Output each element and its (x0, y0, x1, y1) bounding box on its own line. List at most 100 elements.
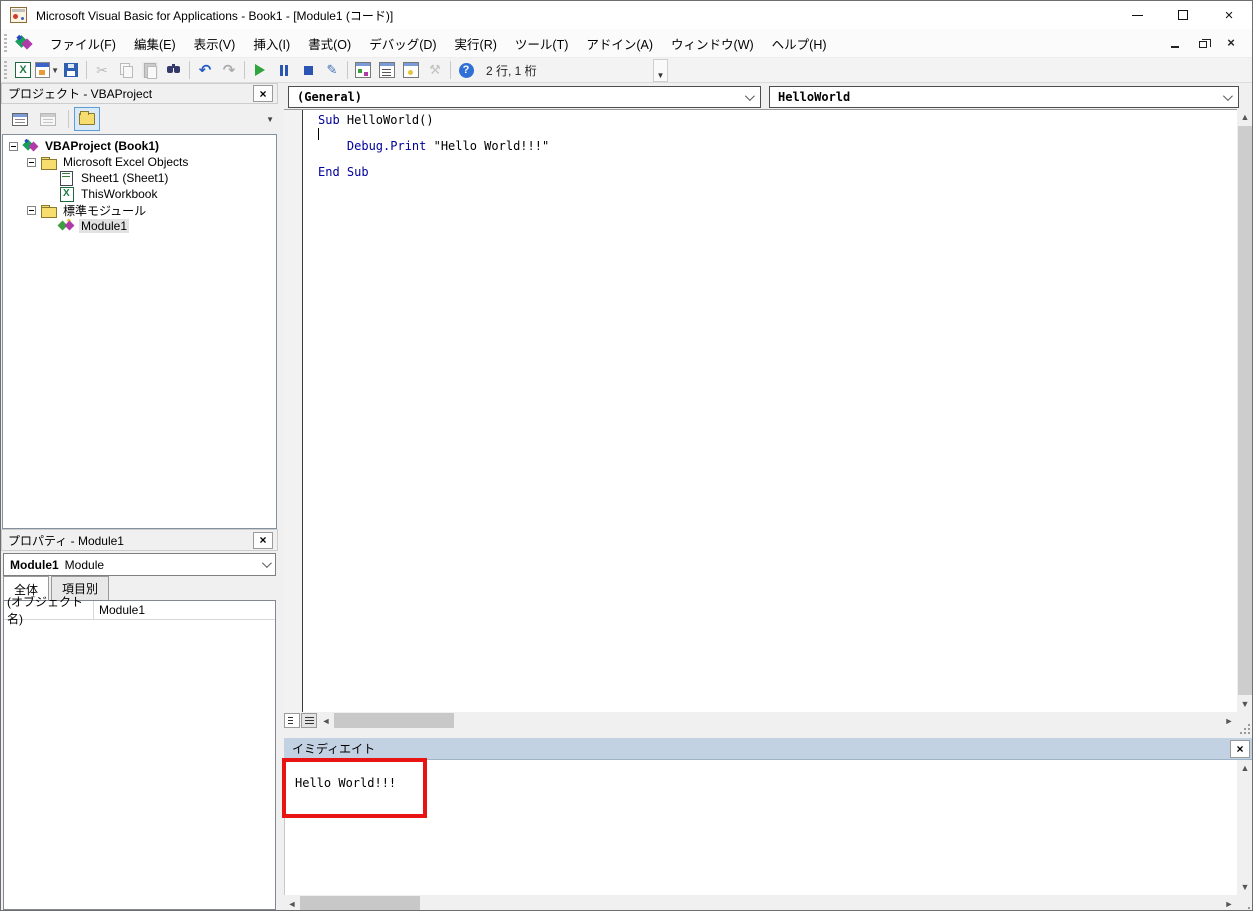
menu-item-4[interactable]: 書式(O) (299, 29, 360, 58)
resize-grip[interactable] (1237, 712, 1253, 729)
help-button[interactable]: ? (454, 59, 478, 81)
toggle-folders-button[interactable] (74, 107, 100, 131)
tree-expander-icon[interactable] (9, 142, 18, 151)
mdi-close-button[interactable]: × (1224, 37, 1238, 49)
view-object-button[interactable] (35, 107, 61, 131)
tree-item-excel-objects[interactable]: Microsoft Excel Objects (3, 154, 276, 170)
code-vertical-scrollbar[interactable]: ▲ ▼ (1237, 109, 1253, 712)
menu-item-0[interactable]: ファイル(F) (41, 29, 125, 58)
menu-grip-handle[interactable] (4, 34, 7, 52)
tree-item-label: Module1 (79, 219, 129, 233)
properties-panel-close-button[interactable]: × (253, 532, 273, 549)
tree-item-thisworkbook[interactable]: ThisWorkbook (3, 186, 276, 202)
margin-indicator-bar (284, 110, 303, 712)
toolbar-grip-handle[interactable] (4, 61, 7, 79)
mdi-restore-button[interactable] (1196, 37, 1210, 49)
scroll-down-icon[interactable]: ▼ (1237, 879, 1253, 895)
maximize-button[interactable] (1160, 1, 1206, 29)
cut-button[interactable]: ✂ (90, 59, 114, 81)
project-explorer-button[interactable] (351, 59, 375, 81)
vbaproject-icon (23, 139, 39, 153)
code-segment (318, 139, 347, 153)
project-panel-close-button[interactable]: × (253, 85, 273, 102)
scrollbar-thumb[interactable] (300, 896, 420, 911)
immediate-panel-close-button[interactable]: × (1230, 740, 1250, 758)
property-row[interactable]: (オブジェクト名)Module1 (4, 601, 275, 620)
menu-item-2[interactable]: 表示(V) (185, 29, 245, 58)
object-dropdown-value: (General) (297, 90, 362, 104)
immediate-vertical-scrollbar[interactable]: ▲ ▼ (1237, 760, 1253, 895)
immediate-horizontal-scrollbar[interactable]: ◄ ► (284, 895, 1237, 911)
procedure-view-button[interactable] (284, 713, 300, 728)
view-excel-button[interactable]: X (11, 59, 35, 81)
scroll-right-icon[interactable]: ► (1221, 712, 1237, 729)
project-panel-header[interactable]: プロジェクト - VBAProject × (1, 83, 278, 104)
scroll-up-icon[interactable]: ▲ (1237, 760, 1253, 776)
scroll-right-icon[interactable]: ► (1221, 895, 1237, 911)
design-mode-button[interactable]: ✎ (320, 59, 344, 81)
menu-item-1[interactable]: 編集(E) (125, 29, 185, 58)
properties-grid: (オブジェクト名)Module1 (3, 600, 276, 910)
paste-button[interactable] (138, 59, 162, 81)
menu-item-3[interactable]: 挿入(I) (244, 29, 299, 58)
scroll-left-icon[interactable]: ◄ (284, 895, 300, 911)
project-toolbar-overflow-button[interactable]: ▼ (266, 115, 274, 124)
project-explorer-icon (355, 62, 371, 78)
tree-item-standard-modules[interactable]: 標準モジュール (3, 202, 276, 218)
resize-grip[interactable] (1237, 895, 1253, 911)
toolbox-button[interactable]: ⚒ (423, 59, 447, 81)
view-object-icon (40, 113, 56, 126)
code-line-4: End Sub (318, 166, 549, 179)
menu-item-6[interactable]: 実行(R) (446, 29, 506, 58)
cursor-position-status: 2 行, 1 桁 (486, 62, 537, 79)
redo-arrow-icon: ↷ (221, 62, 237, 78)
find-button[interactable] (162, 59, 186, 81)
full-module-view-button[interactable] (301, 713, 317, 728)
scissors-icon: ✂ (94, 62, 110, 78)
menu-item-10[interactable]: ヘルプ(H) (763, 29, 836, 58)
run-button[interactable] (248, 59, 272, 81)
design-mode-icon: ✎ (324, 62, 340, 78)
scrollbar-thumb[interactable] (334, 713, 454, 728)
close-button[interactable]: × (1206, 1, 1252, 29)
scroll-up-icon[interactable]: ▲ (1237, 109, 1253, 125)
scroll-left-icon[interactable]: ◄ (318, 712, 334, 729)
menu-item-5[interactable]: デバッグ(D) (360, 29, 445, 58)
project-panel-toolbar: ▼ (1, 104, 278, 134)
object-browser-button[interactable] (399, 59, 423, 81)
menu-item-7[interactable]: ツール(T) (506, 29, 577, 58)
tree-item-vbaproject[interactable]: VBAProject (Book1) (3, 138, 276, 154)
toolbar-overflow-button[interactable]: ▼ (653, 59, 668, 82)
object-dropdown[interactable]: (General) (288, 86, 761, 108)
save-button[interactable] (59, 59, 83, 81)
menu-item-8[interactable]: アドイン(A) (577, 29, 662, 58)
tree-expander-icon[interactable] (27, 206, 36, 215)
reset-button[interactable] (296, 59, 320, 81)
tree-item-label: 標準モジュール (61, 202, 148, 219)
properties-panel-header[interactable]: プロパティ - Module1 × (1, 529, 278, 551)
mdi-minimize-button[interactable] (1168, 37, 1182, 49)
undo-button[interactable]: ↶ (193, 59, 217, 81)
immediate-window[interactable]: Hello World!!! (284, 760, 1237, 895)
code-horizontal-scrollbar[interactable]: ◄ ► (318, 712, 1237, 729)
properties-window-button[interactable] (375, 59, 399, 81)
mdi-restore-icon (1199, 41, 1207, 48)
immediate-panel-header[interactable]: イミディエイト × (284, 738, 1253, 760)
break-button[interactable] (272, 59, 296, 81)
procedure-dropdown[interactable]: HelloWorld (769, 86, 1239, 108)
copy-button[interactable] (114, 59, 138, 81)
tree-item-module1[interactable]: Module1 (3, 218, 276, 234)
tree-expander-icon[interactable] (27, 158, 36, 167)
insert-userform-button[interactable]: ▼ (35, 59, 59, 81)
object-selector-dropdown[interactable]: Module1 Module (3, 553, 276, 576)
code-editor[interactable]: Sub HelloWorld() Debug.Print "Hello Worl… (284, 109, 1237, 712)
minimize-button[interactable] (1114, 1, 1160, 29)
view-code-button[interactable] (7, 107, 33, 131)
menu-item-9[interactable]: ウィンドウ(W) (662, 29, 763, 58)
property-value[interactable]: Module1 (94, 603, 145, 617)
scroll-down-icon[interactable]: ▼ (1237, 696, 1253, 712)
tree-item-sheet1[interactable]: Sheet1 (Sheet1) (3, 170, 276, 186)
divider (68, 110, 69, 128)
redo-button[interactable]: ↷ (217, 59, 241, 81)
scrollbar-thumb[interactable] (1238, 126, 1252, 695)
